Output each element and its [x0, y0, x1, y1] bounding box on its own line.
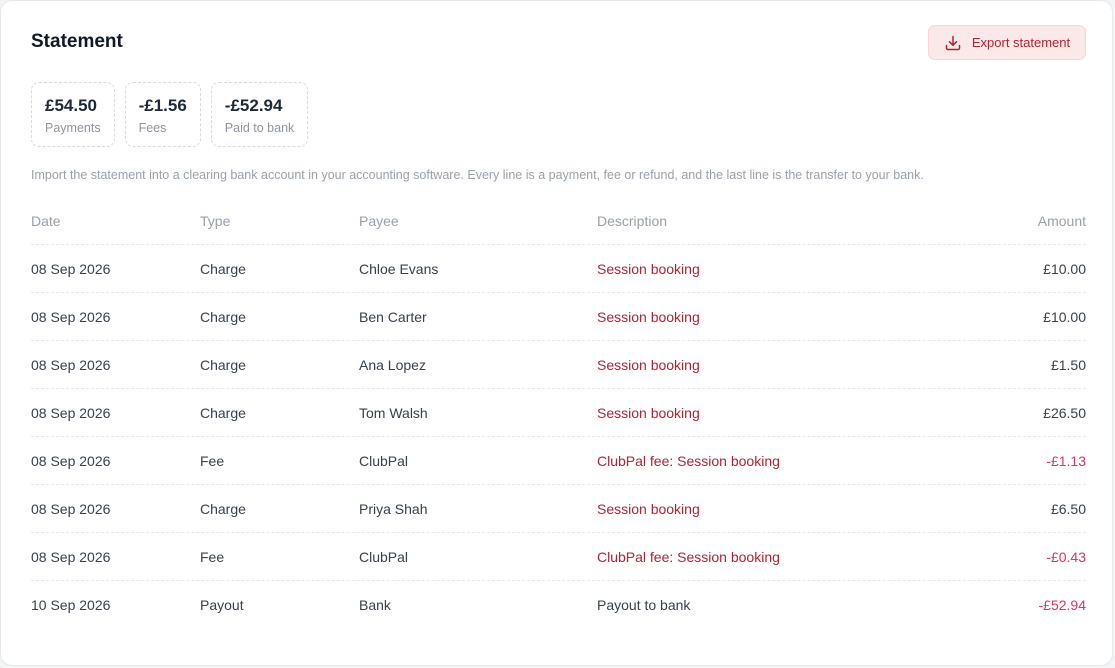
column-header-description: Description — [597, 212, 668, 229]
column-header-amount: Amount — [1037, 212, 1086, 229]
cell-description-link[interactable]: Session booking — [597, 341, 700, 388]
cell-type: Charge — [200, 500, 246, 517]
stat-paid-to-bank: -£52.94 Paid to bank — [210, 82, 309, 147]
table-row: 10 Sep 2026 Payout Bank Payout to bank -… — [31, 581, 1086, 629]
table-header-row: Date Type Payee Description Amount — [31, 197, 1086, 245]
cell-description-link[interactable]: Session booking — [597, 293, 700, 340]
cell-amount: £26.50 — [1043, 404, 1086, 421]
cell-description-link[interactable]: ClubPal fee: Session booking — [597, 533, 780, 580]
cell-amount: -£52.94 — [1038, 597, 1086, 613]
table-row: 08 Sep 2026 Charge Ana Lopez Session boo… — [31, 341, 1086, 389]
cell-date: 08 Sep 2026 — [31, 356, 111, 373]
cell-type: Payout — [200, 597, 244, 613]
stat-value: -£52.94 — [224, 96, 283, 115]
table-row: 08 Sep 2026 Fee ClubPal ClubPal fee: Ses… — [31, 533, 1086, 581]
cell-date: 08 Sep 2026 — [31, 308, 111, 325]
cell-description-link[interactable]: Session booking — [597, 389, 700, 436]
stat-label: Payments — [45, 121, 101, 135]
page-title: Statement — [31, 31, 123, 52]
cell-payee: Chloe Evans — [359, 260, 439, 277]
column-header-date: Date — [31, 212, 61, 229]
table-row: 08 Sep 2026 Charge Priya Shah Session bo… — [31, 485, 1086, 533]
table-row: 08 Sep 2026 Charge Chloe Evans Session b… — [31, 245, 1086, 293]
summary-stats: £54.50 Payments -£1.56 Fees -£52.94 Paid… — [31, 82, 309, 147]
cell-payee: Ben Carter — [359, 308, 427, 325]
cell-date: 08 Sep 2026 — [31, 548, 111, 565]
cell-description-link[interactable]: Session booking — [597, 245, 700, 292]
cell-description: Payout to bank — [597, 597, 691, 613]
cell-amount: -£1.13 — [1046, 452, 1086, 469]
cell-type: Charge — [200, 260, 246, 277]
cell-type: Fee — [200, 452, 225, 469]
cell-amount: £10.00 — [1043, 308, 1086, 325]
statement-card: Statement Export statement £54.50 Paymen… — [0, 0, 1113, 666]
column-header-payee: Payee — [359, 212, 399, 229]
stat-label: Paid to bank — [224, 121, 295, 135]
export-statement-label: Export statement — [971, 35, 1071, 50]
cell-description-link[interactable]: Session booking — [597, 485, 700, 532]
cell-date: 08 Sep 2026 — [31, 260, 111, 277]
cell-payee: Ana Lopez — [359, 356, 426, 373]
statement-table: Date Type Payee Description Amount 08 Se… — [31, 197, 1086, 629]
cell-amount: £10.00 — [1043, 260, 1086, 277]
import-note: Import the statement into a clearing ban… — [31, 168, 924, 182]
cell-type: Charge — [200, 356, 246, 373]
stat-fees: -£1.56 Fees — [124, 82, 201, 147]
cell-type: Fee — [200, 548, 225, 565]
cell-description-link[interactable]: ClubPal fee: Session booking — [597, 437, 780, 484]
cell-date: 08 Sep 2026 — [31, 500, 111, 517]
cell-amount: £6.50 — [1050, 500, 1086, 517]
cell-payee: ClubPal — [359, 452, 409, 469]
cell-payee: Bank — [359, 597, 391, 613]
stat-value: -£1.56 — [138, 96, 187, 115]
download-icon — [944, 34, 962, 52]
cell-amount: -£0.43 — [1046, 548, 1086, 565]
cell-date: 10 Sep 2026 — [31, 597, 111, 613]
cell-payee: Priya Shah — [359, 500, 428, 517]
cell-date: 08 Sep 2026 — [31, 404, 111, 421]
cell-amount: £1.50 — [1050, 356, 1086, 373]
table-row: 08 Sep 2026 Charge Tom Walsh Session boo… — [31, 389, 1086, 437]
export-statement-button[interactable]: Export statement — [928, 25, 1086, 60]
cell-type: Charge — [200, 308, 246, 325]
table-row: 08 Sep 2026 Fee ClubPal ClubPal fee: Ses… — [31, 437, 1086, 485]
table-row: 08 Sep 2026 Charge Ben Carter Session bo… — [31, 293, 1086, 341]
stat-value: £54.50 — [45, 96, 97, 115]
column-header-type: Type — [200, 212, 231, 229]
cell-type: Charge — [200, 404, 246, 421]
stat-payments: £54.50 Payments — [31, 82, 115, 147]
stat-label: Fees — [138, 121, 167, 135]
cell-payee: ClubPal — [359, 548, 409, 565]
cell-payee: Tom Walsh — [359, 404, 428, 421]
cell-date: 08 Sep 2026 — [31, 452, 111, 469]
